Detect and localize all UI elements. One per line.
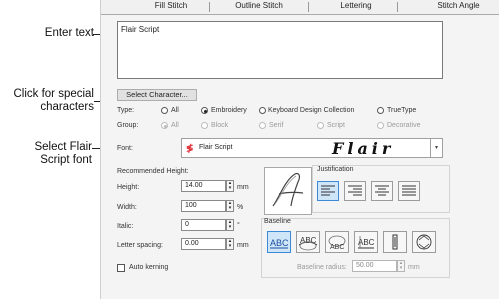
baseline-label: Baseline xyxy=(264,218,291,225)
baseline-freehand-icon: ABC xyxy=(358,236,375,249)
baseline-circle-button[interactable]: ABC xyxy=(325,231,349,253)
baseline-radius-input[interactable]: 50.00 xyxy=(352,260,397,272)
callout-special-characters: Click for special characters xyxy=(4,88,94,114)
align-center-button[interactable] xyxy=(371,181,393,201)
callout-enter-text-label: Enter text xyxy=(44,27,94,39)
baseline-circle-both-icon xyxy=(416,234,432,250)
group-serif-label: Serif xyxy=(269,122,284,129)
auto-kerning-label: Auto kerning xyxy=(129,264,169,271)
baseline-vertical-button[interactable] xyxy=(383,231,407,253)
group-decorative-label: Decorative xyxy=(387,122,421,129)
align-left-icon xyxy=(321,185,335,196)
baseline-vertical-icon xyxy=(392,234,398,250)
baseline-circle-icon: ABC xyxy=(328,235,346,251)
script-a-glyph-icon xyxy=(272,172,304,207)
svg-text:ABC: ABC xyxy=(270,238,289,248)
align-center-icon xyxy=(375,185,389,196)
callout-special-characters-line1: Click for special xyxy=(13,88,94,100)
baseline-radius-unit: mm xyxy=(408,264,420,271)
letter-spacing-input[interactable]: 0.00 xyxy=(181,238,226,250)
type-truetype-label: TrueType xyxy=(387,107,417,114)
tab-outline-stitch[interactable]: Outline Stitch xyxy=(219,1,299,10)
callout-select-font-line2: Script font xyxy=(40,154,92,166)
baseline-freehand-button[interactable]: ABC xyxy=(354,231,378,253)
svg-text:ABC: ABC xyxy=(358,238,375,247)
tab-bar: Fill Stitch Outline Stitch Lettering Sti… xyxy=(101,0,499,15)
callout-enter-text: Enter text xyxy=(4,27,94,40)
baseline-radius-label: Baseline radius: xyxy=(297,264,347,271)
group-serif-radio[interactable] xyxy=(259,122,266,129)
tab-stitch-angle[interactable]: Stitch Angle xyxy=(421,1,496,10)
height-unit: mm xyxy=(237,184,249,191)
lettering-text-input[interactable]: Flair Script xyxy=(117,21,443,79)
select-character-button[interactable]: Select Character... xyxy=(117,89,197,101)
align-justify-button[interactable] xyxy=(398,181,420,201)
type-embroidery-label: Embroidery xyxy=(211,107,247,114)
align-right-icon xyxy=(348,185,362,196)
svg-text:ABC: ABC xyxy=(330,244,344,251)
auto-kerning-checkbox[interactable] xyxy=(117,264,125,272)
baseline-straight-icon: ABC xyxy=(270,238,289,249)
align-right-button[interactable] xyxy=(344,181,366,201)
justification-label: Justification xyxy=(317,166,354,173)
type-all-label: All xyxy=(171,107,179,114)
group-block-radio[interactable] xyxy=(201,122,208,129)
baseline-circle-both-button[interactable] xyxy=(412,231,436,253)
callout-special-characters-line2: characters xyxy=(40,101,94,113)
tab-divider xyxy=(209,2,210,12)
type-label: Type: xyxy=(117,107,135,114)
group-all-label: All xyxy=(171,122,179,129)
height-spin-button[interactable]: ▴ ▾ xyxy=(226,180,234,192)
lettering-panel: Fill Stitch Outline Stitch Lettering Sti… xyxy=(100,0,499,299)
type-embroidery-radio[interactable] xyxy=(201,107,208,114)
group-script-radio[interactable] xyxy=(317,122,324,129)
baseline-arc-top-button[interactable]: ABC xyxy=(296,231,320,253)
baseline-radius-spin-button[interactable]: ▴ ▾ xyxy=(397,260,405,272)
letter-spacing-unit: mm xyxy=(237,242,249,249)
group-block-label: Block xyxy=(211,122,229,129)
letter-spacing-spin-button[interactable]: ▴ ▾ xyxy=(226,238,234,250)
width-label: Width: xyxy=(117,204,137,211)
type-truetype-radio[interactable] xyxy=(377,107,384,114)
baseline-straight-button[interactable]: ABC xyxy=(267,231,291,253)
baseline-arc-top-icon: ABC xyxy=(298,236,318,251)
font-glyph-preview xyxy=(264,167,312,215)
font-preview-sample: Flair xyxy=(332,139,395,158)
font-select[interactable]: ≸ Flair Script Flair xyxy=(181,138,431,158)
group-all-radio[interactable] xyxy=(161,122,168,129)
height-label: Height: xyxy=(117,184,140,191)
height-input[interactable]: 14.00 xyxy=(181,180,226,192)
recommended-height-label: Recommended Height: xyxy=(117,168,189,175)
font-label: Font: xyxy=(117,145,133,152)
font-select-value: Flair Script xyxy=(199,144,233,151)
tab-fill-stitch[interactable]: Fill Stitch xyxy=(141,1,201,10)
italic-label: Italic: xyxy=(117,223,134,230)
tab-divider xyxy=(397,2,398,12)
callout-select-font: Select Flair Script font xyxy=(4,141,92,167)
chevron-down-icon[interactable]: ▾ xyxy=(431,138,443,158)
type-keyboard-collection-label: Keyboard Design Collection xyxy=(268,107,355,114)
tab-lettering[interactable]: Lettering xyxy=(321,1,391,10)
width-spin-button[interactable]: ▴ ▾ xyxy=(226,200,234,212)
align-left-button[interactable] xyxy=(317,181,339,201)
type-all-radio[interactable] xyxy=(161,107,168,114)
type-keyboard-collection-radio[interactable] xyxy=(259,107,266,114)
tab-divider xyxy=(308,2,309,12)
group-decorative-radio[interactable] xyxy=(377,122,384,129)
letter-spacing-label: Letter spacing: xyxy=(117,242,163,249)
embroidery-font-icon: ≸ xyxy=(186,143,194,153)
width-input[interactable]: 100 xyxy=(181,200,226,212)
italic-unit: ° xyxy=(237,222,240,229)
group-script-label: Script xyxy=(327,122,345,129)
group-label: Group: xyxy=(117,122,139,129)
align-justify-icon xyxy=(402,185,416,196)
callout-select-font-line1: Select Flair xyxy=(34,141,92,153)
width-unit: % xyxy=(237,204,244,211)
italic-spin-button[interactable]: ▴ ▾ xyxy=(226,219,234,231)
italic-input[interactable]: 0 xyxy=(181,219,226,231)
